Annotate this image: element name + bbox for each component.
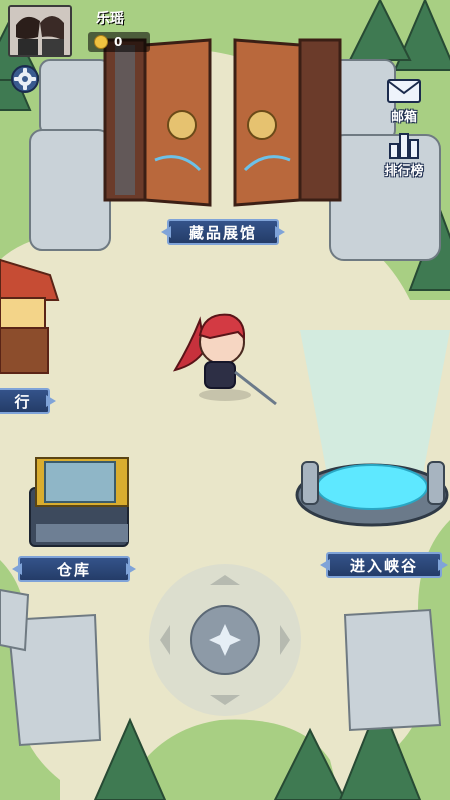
gear-icon[interactable]	[10, 64, 40, 94]
coin-count: 0	[114, 35, 123, 49]
player-name: 乐瑶	[96, 11, 124, 27]
museum-plaque[interactable]: 藏品展馆	[167, 219, 279, 245]
game-scene: 藏品展馆 行 仓库 进入峡谷 乐瑶 0 邮箱 排行榜	[0, 0, 450, 800]
ranking-button[interactable]: 排行榜	[376, 130, 432, 179]
valley-portal	[295, 330, 450, 527]
top-hud: 乐瑶 0	[0, 0, 450, 58]
coin-icon	[94, 35, 108, 49]
warehouse-machine	[29, 457, 129, 547]
warehouse-plaque[interactable]: 仓库	[18, 556, 130, 582]
enter-valley-plaque[interactable]: 进入峡谷	[326, 552, 442, 578]
ranking-label: 排行榜	[384, 164, 424, 179]
shop-plaque[interactable]: 行	[0, 388, 50, 414]
mail-button[interactable]: 邮箱	[376, 76, 432, 125]
ranking-icon	[384, 130, 424, 160]
joystick-icon[interactable]	[190, 605, 260, 675]
mail-label: 邮箱	[390, 110, 417, 125]
coin-counter: 0	[88, 32, 150, 52]
mail-icon	[384, 76, 424, 106]
avatar[interactable]	[8, 5, 72, 57]
